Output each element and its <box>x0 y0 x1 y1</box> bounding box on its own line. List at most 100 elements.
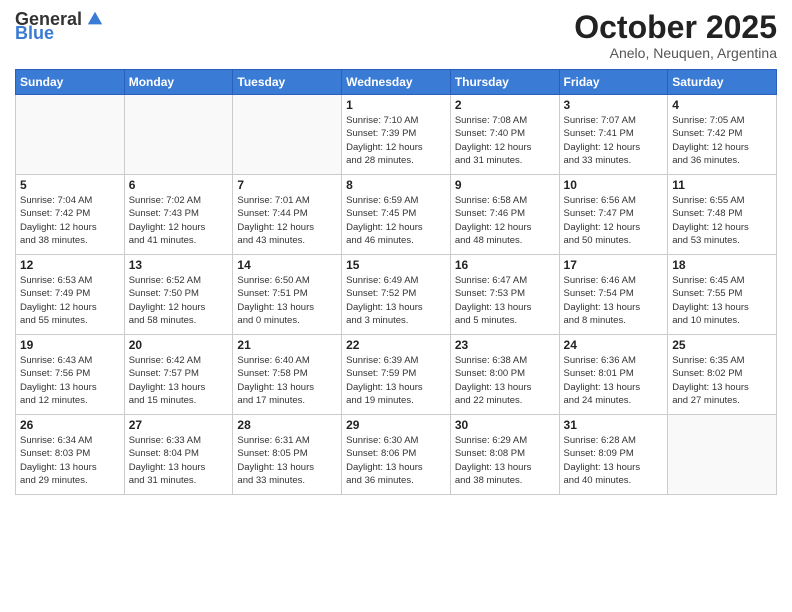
calendar-cell: 26 Sunrise: 6:34 AM Sunset: 8:03 PM Dayli… <box>16 415 125 495</box>
day-info: Sunrise: 6:31 AM Sunset: 8:05 PM Dayligh… <box>237 434 337 487</box>
day-number: 8 <box>346 178 446 192</box>
calendar-cell: 27 Sunrise: 6:33 AM Sunset: 8:04 PM Dayli… <box>124 415 233 495</box>
calendar-cell: 8 Sunrise: 6:59 AM Sunset: 7:45 PM Daylig… <box>342 175 451 255</box>
calendar-cell: 20Sunrise: 6:42 AM Sunset: 7:57 PM Dayli… <box>124 335 233 415</box>
day-number: 29 <box>346 418 446 432</box>
day-info: Sunrise: 6:43 AM Sunset: 7:56 PM Dayligh… <box>20 354 120 407</box>
day-number: 21 <box>237 338 337 352</box>
calendar-week-row: 26 Sunrise: 6:34 AM Sunset: 8:03 PM Dayli… <box>16 415 777 495</box>
calendar-cell: 13 Sunrise: 6:52 AM Sunset: 7:50 PM Dayli… <box>124 255 233 335</box>
day-info: Sunrise: 6:33 AM Sunset: 8:04 PM Dayligh… <box>129 434 229 487</box>
calendar-cell: 3Sunrise: 7:07 AM Sunset: 7:41 PM Daylig… <box>559 95 668 175</box>
calendar-cell: 7 Sunrise: 7:01 AM Sunset: 7:44 PM Daylig… <box>233 175 342 255</box>
title-block: October 2025 Anelo, Neuquen, Argentina <box>574 10 777 61</box>
header-tuesday: Tuesday <box>233 70 342 95</box>
day-info: Sunrise: 6:52 AM Sunset: 7:50 PM Dayligh… <box>129 274 229 327</box>
day-info: Sunrise: 7:02 AM Sunset: 7:43 PM Dayligh… <box>129 194 229 247</box>
calendar-cell <box>668 415 777 495</box>
header-friday: Friday <box>559 70 668 95</box>
day-info: Sunrise: 6:42 AM Sunset: 7:57 PM Dayligh… <box>129 354 229 407</box>
day-info: Sunrise: 6:50 AM Sunset: 7:51 PM Dayligh… <box>237 274 337 327</box>
day-info: Sunrise: 6:45 AM Sunset: 7:55 PM Dayligh… <box>672 274 772 327</box>
day-number: 3 <box>564 98 664 112</box>
day-info: Sunrise: 7:01 AM Sunset: 7:44 PM Dayligh… <box>237 194 337 247</box>
calendar-week-row: 5Sunrise: 7:04 AM Sunset: 7:42 PM Daylig… <box>16 175 777 255</box>
calendar-cell <box>233 95 342 175</box>
day-number: 11 <box>672 178 772 192</box>
day-info: Sunrise: 6:56 AM Sunset: 7:47 PM Dayligh… <box>564 194 664 247</box>
day-number: 31 <box>564 418 664 432</box>
calendar-title: October 2025 <box>574 10 777 45</box>
calendar-cell: 17 Sunrise: 6:46 AM Sunset: 7:54 PM Dayli… <box>559 255 668 335</box>
day-info: Sunrise: 6:39 AM Sunset: 7:59 PM Dayligh… <box>346 354 446 407</box>
day-info: Sunrise: 6:58 AM Sunset: 7:46 PM Dayligh… <box>455 194 555 247</box>
day-number: 23 <box>455 338 555 352</box>
day-number: 18 <box>672 258 772 272</box>
calendar-cell: 9 Sunrise: 6:58 AM Sunset: 7:46 PM Daylig… <box>450 175 559 255</box>
day-info: Sunrise: 6:28 AM Sunset: 8:09 PM Dayligh… <box>564 434 664 487</box>
calendar-cell: 28 Sunrise: 6:31 AM Sunset: 8:05 PM Dayli… <box>233 415 342 495</box>
calendar-cell: 22 Sunrise: 6:39 AM Sunset: 7:59 PM Dayli… <box>342 335 451 415</box>
calendar-cell: 12 Sunrise: 6:53 AM Sunset: 7:49 PM Dayli… <box>16 255 125 335</box>
day-info: Sunrise: 6:46 AM Sunset: 7:54 PM Dayligh… <box>564 274 664 327</box>
day-number: 9 <box>455 178 555 192</box>
calendar-subtitle: Anelo, Neuquen, Argentina <box>574 45 777 61</box>
day-number: 28 <box>237 418 337 432</box>
calendar-week-row: 19 Sunrise: 6:43 AM Sunset: 7:56 PM Dayli… <box>16 335 777 415</box>
day-number: 19 <box>20 338 120 352</box>
header-sunday: Sunday <box>16 70 125 95</box>
header-wednesday: Wednesday <box>342 70 451 95</box>
calendar-cell: 4Sunrise: 7:05 AM Sunset: 7:42 PM Daylig… <box>668 95 777 175</box>
calendar-cell: 25Sunrise: 6:35 AM Sunset: 8:02 PM Dayli… <box>668 335 777 415</box>
calendar-cell: 2 Sunrise: 7:08 AM Sunset: 7:40 PM Daylig… <box>450 95 559 175</box>
logo-blue: Blue <box>15 24 54 42</box>
calendar-cell: 10 Sunrise: 6:56 AM Sunset: 7:47 PM Dayli… <box>559 175 668 255</box>
day-number: 14 <box>237 258 337 272</box>
day-info: Sunrise: 6:55 AM Sunset: 7:48 PM Dayligh… <box>672 194 772 247</box>
calendar-cell: 16Sunrise: 6:47 AM Sunset: 7:53 PM Dayli… <box>450 255 559 335</box>
logo: General Blue <box>15 10 104 42</box>
day-info: Sunrise: 6:34 AM Sunset: 8:03 PM Dayligh… <box>20 434 120 487</box>
calendar-cell: 15Sunrise: 6:49 AM Sunset: 7:52 PM Dayli… <box>342 255 451 335</box>
day-info: Sunrise: 6:30 AM Sunset: 8:06 PM Dayligh… <box>346 434 446 487</box>
day-number: 2 <box>455 98 555 112</box>
day-info: Sunrise: 7:08 AM Sunset: 7:40 PM Dayligh… <box>455 114 555 167</box>
day-number: 26 <box>20 418 120 432</box>
calendar-cell: 18 Sunrise: 6:45 AM Sunset: 7:55 PM Dayli… <box>668 255 777 335</box>
day-number: 12 <box>20 258 120 272</box>
header-saturday: Saturday <box>668 70 777 95</box>
calendar-week-row: 1Sunrise: 7:10 AM Sunset: 7:39 PM Daylig… <box>16 95 777 175</box>
day-number: 27 <box>129 418 229 432</box>
day-info: Sunrise: 6:40 AM Sunset: 7:58 PM Dayligh… <box>237 354 337 407</box>
day-number: 30 <box>455 418 555 432</box>
calendar-cell: 23Sunrise: 6:38 AM Sunset: 8:00 PM Dayli… <box>450 335 559 415</box>
calendar-table: Sunday Monday Tuesday Wednesday Thursday… <box>15 69 777 495</box>
day-info: Sunrise: 6:53 AM Sunset: 7:49 PM Dayligh… <box>20 274 120 327</box>
day-info: Sunrise: 6:59 AM Sunset: 7:45 PM Dayligh… <box>346 194 446 247</box>
day-number: 13 <box>129 258 229 272</box>
day-number: 7 <box>237 178 337 192</box>
logo-triangle-icon <box>86 10 104 28</box>
calendar-week-row: 12 Sunrise: 6:53 AM Sunset: 7:49 PM Dayli… <box>16 255 777 335</box>
calendar-cell: 1Sunrise: 7:10 AM Sunset: 7:39 PM Daylig… <box>342 95 451 175</box>
calendar-cell: 31 Sunrise: 6:28 AM Sunset: 8:09 PM Dayli… <box>559 415 668 495</box>
calendar-cell: 19 Sunrise: 6:43 AM Sunset: 7:56 PM Dayli… <box>16 335 125 415</box>
calendar-cell <box>124 95 233 175</box>
calendar-cell: 11 Sunrise: 6:55 AM Sunset: 7:48 PM Dayli… <box>668 175 777 255</box>
calendar-cell: 30 Sunrise: 6:29 AM Sunset: 8:08 PM Dayli… <box>450 415 559 495</box>
day-number: 4 <box>672 98 772 112</box>
calendar-header-row: Sunday Monday Tuesday Wednesday Thursday… <box>16 70 777 95</box>
day-number: 22 <box>346 338 446 352</box>
page: General Blue October 2025 Anelo, Neuquen… <box>0 0 792 612</box>
day-info: Sunrise: 6:29 AM Sunset: 8:08 PM Dayligh… <box>455 434 555 487</box>
day-number: 5 <box>20 178 120 192</box>
day-info: Sunrise: 7:10 AM Sunset: 7:39 PM Dayligh… <box>346 114 446 167</box>
calendar-cell: 5Sunrise: 7:04 AM Sunset: 7:42 PM Daylig… <box>16 175 125 255</box>
day-number: 15 <box>346 258 446 272</box>
day-number: 10 <box>564 178 664 192</box>
calendar-cell: 24Sunrise: 6:36 AM Sunset: 8:01 PM Dayli… <box>559 335 668 415</box>
header-monday: Monday <box>124 70 233 95</box>
calendar-cell: 14 Sunrise: 6:50 AM Sunset: 7:51 PM Dayli… <box>233 255 342 335</box>
day-number: 17 <box>564 258 664 272</box>
calendar-cell: 6Sunrise: 7:02 AM Sunset: 7:43 PM Daylig… <box>124 175 233 255</box>
